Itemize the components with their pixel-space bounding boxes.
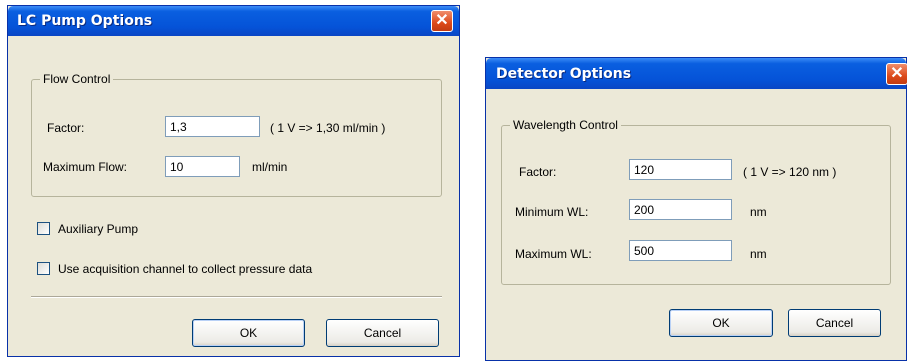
detector-cancel-button[interactable]: Cancel (788, 309, 881, 337)
detector-title: Detector Options (496, 66, 632, 82)
close-icon: ✕ (435, 12, 449, 29)
lc-pump-close-button[interactable]: ✕ (431, 10, 453, 32)
detector-options-dialog: Detector Options ✕ Wavelength Control Fa… (485, 57, 907, 361)
lc-pump-titlebar[interactable]: LC Pump Options ✕ (8, 6, 459, 36)
auxiliary-pump-checkbox[interactable] (37, 222, 50, 235)
factor-hint: ( 1 V => 1,30 ml/min ) (270, 121, 386, 135)
lc-pump-ok-button[interactable]: OK (192, 319, 305, 347)
maximum-wl-label: Maximum WL: (515, 247, 592, 261)
factor-label: Factor: (47, 121, 85, 135)
lc-pump-cancel-button[interactable]: Cancel (326, 319, 439, 347)
lc-pump-cancel-label: Cancel (363, 326, 402, 340)
lc-pump-title: LC Pump Options (17, 13, 153, 29)
auxiliary-pump-label[interactable]: Auxiliary Pump (58, 222, 138, 236)
minimum-wl-label: Minimum WL: (515, 205, 589, 219)
minimum-wl-input[interactable] (629, 199, 732, 220)
detector-titlebar[interactable]: Detector Options ✕ (486, 58, 907, 89)
max-flow-label: Maximum Flow: (43, 160, 128, 174)
detector-factor-hint: ( 1 V => 120 nm ) (743, 165, 837, 179)
detector-factor-label: Factor: (519, 165, 557, 179)
max-flow-input[interactable] (165, 156, 240, 177)
maximum-wl-unit: nm (750, 247, 767, 261)
minimum-wl-unit: nm (750, 205, 767, 219)
factor-input[interactable] (165, 116, 260, 137)
close-icon: ✕ (890, 65, 904, 82)
lc-pump-ok-label: OK (239, 326, 258, 340)
detector-close-button[interactable]: ✕ (886, 63, 907, 85)
flow-control-group-title: Flow Control (40, 72, 114, 86)
lc-pump-options-dialog: LC Pump Options ✕ Flow Control Factor: (… (7, 5, 460, 357)
detector-ok-button[interactable]: OK (669, 309, 773, 337)
acquisition-channel-checkbox[interactable] (37, 262, 50, 275)
maximum-wl-input[interactable] (629, 240, 732, 261)
detector-ok-label: OK (712, 316, 730, 330)
detector-factor-input[interactable] (629, 159, 732, 180)
lc-pump-separator (31, 296, 442, 298)
max-flow-unit: ml/min (252, 160, 288, 174)
detector-cancel-label: Cancel (815, 316, 854, 330)
wavelength-control-group-title: Wavelength Control (510, 118, 621, 132)
flow-control-group: Flow Control (31, 72, 442, 197)
acquisition-channel-label[interactable]: Use acquisition channel to collect press… (58, 262, 312, 276)
